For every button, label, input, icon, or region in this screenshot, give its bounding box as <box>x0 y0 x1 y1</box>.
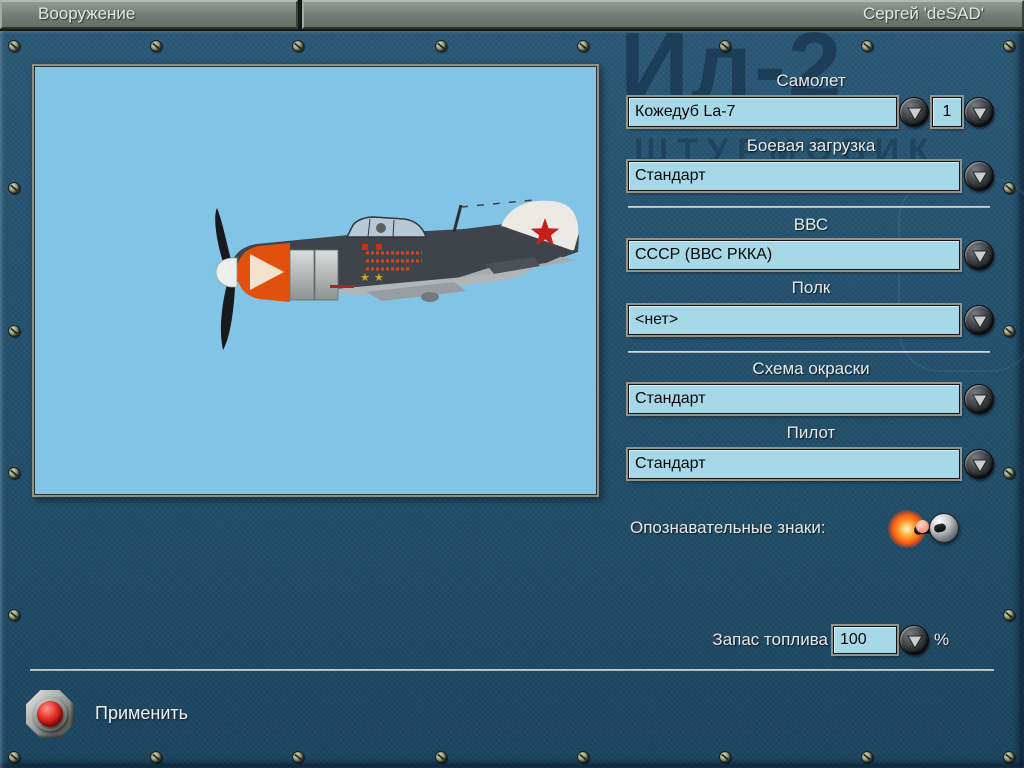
loadout-dropdown-button[interactable] <box>964 161 994 191</box>
screw-icon <box>1003 182 1015 194</box>
aircraft-label: Самолет <box>776 71 846 90</box>
paint-scheme-label: Схема окраски <box>752 359 870 378</box>
screw-icon <box>8 609 20 621</box>
markings-toggle[interactable] <box>888 508 968 560</box>
chevron-down-icon <box>907 635 923 649</box>
section-divider <box>628 206 990 208</box>
aircraft-value: Кожедуб La-7 <box>635 103 736 120</box>
regiment-value: <нет> <box>635 311 679 328</box>
screw-icon <box>719 40 731 52</box>
screw-icon <box>8 40 20 52</box>
regiment-select[interactable]: <нет> <box>628 305 960 335</box>
pilot-dropdown-button[interactable] <box>964 449 994 479</box>
screw-icon <box>1003 751 1015 763</box>
player-name-label: Сергей 'deSAD' <box>862 4 984 23</box>
fuel-value: 100 <box>840 631 867 648</box>
screw-icon <box>1003 325 1015 337</box>
aircraft-count-dropdown-button[interactable] <box>964 97 994 127</box>
chevron-down-icon <box>972 394 988 408</box>
regiment-dropdown-button[interactable] <box>964 305 994 335</box>
screw-icon <box>435 751 447 763</box>
main-panel: Ил-2 ШТУРМОВИК ★ ★ Самолет Кожедуб La-7 … <box>0 13 1024 768</box>
svg-text:★: ★ <box>374 272 384 284</box>
pilot-select[interactable]: Стандарт <box>628 449 960 479</box>
airforce-select[interactable]: СССР (ВВС РККА) <box>628 240 960 270</box>
screw-icon <box>1003 40 1015 52</box>
screw-icon <box>435 40 447 52</box>
screw-icon <box>8 467 20 479</box>
aircraft-la7-image: ★ ★ <box>215 199 579 350</box>
toggle-lever-tip-icon <box>916 520 929 533</box>
apply-label[interactable]: Применить <box>95 703 188 724</box>
screw-icon <box>1003 467 1015 479</box>
screw-icon <box>577 40 589 52</box>
aircraft-count-value: 1 <box>942 103 952 120</box>
paint-scheme-select[interactable]: Стандарт <box>628 384 960 414</box>
fuel-unit-label: % <box>934 630 950 649</box>
apply-button[interactable] <box>26 688 76 740</box>
chevron-down-icon <box>907 107 923 121</box>
aircraft-count-field[interactable]: 1 <box>932 97 962 127</box>
screw-icon <box>292 751 304 763</box>
screw-icon <box>861 40 873 52</box>
screw-icon <box>1003 609 1015 621</box>
markings-label: Опознавательные знаки: <box>630 518 826 537</box>
screw-icon <box>8 751 20 763</box>
footer-divider <box>30 669 994 671</box>
aircraft-preview[interactable]: ★ ★ <box>32 64 599 497</box>
chevron-down-icon <box>972 459 988 473</box>
airforce-dropdown-button[interactable] <box>964 240 994 270</box>
chevron-down-icon <box>972 315 988 329</box>
aircraft-dropdown-button[interactable] <box>899 97 929 127</box>
tab-armament-label: Вооружение <box>38 4 136 23</box>
tab-armament[interactable]: Вооружение <box>0 0 298 29</box>
tab-player-name[interactable]: Сергей 'deSAD' <box>302 0 1024 29</box>
svg-text:★: ★ <box>360 272 370 284</box>
pilot-label: Пилот <box>786 423 836 442</box>
chevron-down-icon <box>972 250 988 264</box>
airforce-value: СССР (ВВС РККА) <box>635 246 773 263</box>
loadout-select[interactable]: Стандарт <box>628 161 960 191</box>
paint-scheme-dropdown-button[interactable] <box>964 384 994 414</box>
aircraft-select[interactable]: Кожедуб La-7 <box>628 97 897 127</box>
loadout-value: Стандарт <box>635 167 706 184</box>
chevron-down-icon <box>972 107 988 121</box>
screw-icon <box>719 751 731 763</box>
screw-icon <box>292 40 304 52</box>
screw-icon <box>8 182 20 194</box>
fuel-input[interactable]: 100 <box>833 626 897 654</box>
paint-scheme-value: Стандарт <box>635 390 706 407</box>
screw-icon <box>861 751 873 763</box>
top-bar: Вооружение Сергей 'deSAD' <box>0 0 1024 31</box>
fuel-label: Запас топлива <box>712 630 828 649</box>
loadout-label: Боевая загрузка <box>746 136 876 155</box>
red-push-button-icon <box>37 701 63 727</box>
chevron-down-icon <box>972 171 988 185</box>
airforce-label: ВВС <box>793 215 829 234</box>
pilot-value: Стандарт <box>635 455 706 472</box>
screw-icon <box>150 40 162 52</box>
regiment-label: Полк <box>791 278 831 297</box>
fuel-dropdown-button[interactable] <box>899 625 929 655</box>
section-divider <box>628 351 990 353</box>
toggle-knob-icon <box>929 513 959 543</box>
screw-icon <box>150 751 162 763</box>
screw-icon <box>577 751 589 763</box>
screw-icon <box>8 325 20 337</box>
